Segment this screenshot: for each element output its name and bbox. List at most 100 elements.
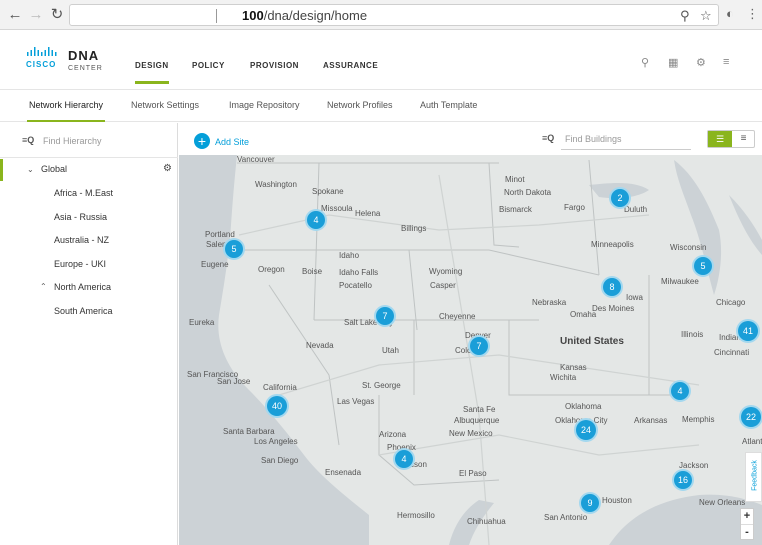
tree-item-global[interactable]: ⌄ Global ⚙: [0, 159, 178, 181]
city-label: Casper: [430, 281, 456, 290]
city-label: Kansas: [560, 363, 587, 372]
tab-auth-template[interactable]: Auth Template: [420, 100, 477, 110]
tree-item-africa[interactable]: Africa - M.East: [0, 183, 178, 205]
city-label: El Paso: [459, 469, 487, 478]
city-label: Ensenada: [325, 468, 362, 477]
buildings-search-input[interactable]: Find Buildings: [565, 134, 622, 144]
map-view[interactable]: Vancouver Washington Spokane Missoula He…: [179, 155, 762, 545]
city-label: Los Angeles: [254, 437, 298, 446]
map-toolbar: + Add Site ≡Q Find Buildings ☰ ≡: [179, 123, 762, 155]
search-icon[interactable]: ⚲: [641, 56, 649, 69]
city-label: Bismarck: [499, 205, 532, 214]
site-cluster-marker[interactable]: 4: [305, 209, 327, 231]
site-cluster-marker[interactable]: 4: [393, 448, 415, 470]
tree-label: Global: [41, 164, 68, 174]
zoom-in-button[interactable]: +: [741, 509, 753, 524]
city-label: Helena: [355, 209, 381, 218]
site-cluster-marker[interactable]: 2: [609, 187, 631, 209]
site-cluster-marker[interactable]: 7: [374, 305, 396, 327]
site-cluster-marker[interactable]: 24: [574, 418, 598, 442]
city-label: Memphis: [682, 415, 715, 424]
city-label: California: [263, 383, 297, 392]
extension-icon[interactable]: ◐: [726, 6, 734, 21]
reload-icon[interactable]: ↻: [48, 6, 66, 24]
apps-grid-icon[interactable]: ▦: [668, 56, 678, 69]
zoom-out-button[interactable]: -: [741, 524, 753, 539]
tab-image-repository[interactable]: Image Repository: [229, 100, 300, 110]
nav-design[interactable]: DESIGN: [135, 61, 169, 84]
city-label: Vancouver: [237, 155, 275, 164]
city-label: Fargo: [564, 203, 585, 212]
tree-label: South America: [54, 306, 113, 316]
search-list-icon: ≡Q: [542, 133, 555, 143]
search-list-icon: ≡Q: [22, 135, 35, 145]
nav-policy[interactable]: POLICY: [192, 61, 225, 70]
feedback-label: Feedback: [751, 460, 759, 491]
tab-network-settings[interactable]: Network Settings: [131, 100, 199, 110]
tree-item-north-america[interactable]: ⌃ North America: [0, 277, 178, 299]
city-label: Illinois: [681, 330, 704, 339]
site-cluster-marker[interactable]: 4: [669, 380, 691, 402]
city-label: Albuquerque: [454, 416, 500, 425]
site-cluster-marker[interactable]: 16: [672, 469, 694, 491]
tree-label: North America: [54, 282, 112, 292]
nav-provision[interactable]: PROVISION: [250, 61, 299, 70]
site-cluster-marker[interactable]: 5: [692, 255, 714, 277]
list-menu-icon[interactable]: ≡: [723, 56, 729, 68]
site-cluster-marker[interactable]: 5: [223, 238, 245, 260]
tab-network-profiles[interactable]: Network Profiles: [327, 100, 393, 110]
tab-network-hierarchy[interactable]: Network Hierarchy: [26, 100, 106, 122]
tree-label: Africa - M.East: [54, 188, 114, 198]
hierarchy-search[interactable]: ≡Q Find Hierarchy: [0, 123, 178, 158]
city-label: Oregon: [258, 265, 285, 274]
cisco-dna-logo[interactable]: CISCO DNA CENTER: [26, 47, 106, 77]
chevron-up-icon[interactable]: ⌃: [40, 282, 47, 291]
site-cluster-marker[interactable]: 40: [265, 394, 289, 418]
feedback-tab[interactable]: Feedback: [745, 452, 762, 502]
nav-assurance[interactable]: ASSURANCE: [323, 61, 378, 70]
city-label: Houston: [602, 496, 632, 505]
city-label: Eugene: [201, 260, 229, 269]
menu-kebab-icon[interactable]: ⋮: [746, 6, 759, 22]
tree-label: Europe - UKI: [54, 259, 107, 269]
city-label: Wyoming: [429, 267, 463, 276]
list-view-icon[interactable]: ≡: [732, 131, 755, 147]
tree-item-australia[interactable]: Australia - NZ: [0, 230, 178, 252]
hierarchy-search-input[interactable]: Find Hierarchy: [43, 136, 102, 146]
city-label: Missoula: [321, 204, 353, 213]
city-label: Idaho: [339, 251, 360, 260]
city-label: Cheyenne: [439, 312, 476, 321]
tree-item-south-america[interactable]: South America: [0, 301, 178, 323]
add-site-button[interactable]: Add Site: [215, 137, 249, 147]
site-cluster-marker[interactable]: 7: [468, 335, 490, 357]
gear-icon[interactable]: ⚙: [163, 163, 172, 174]
site-cluster-marker[interactable]: 9: [579, 492, 601, 514]
city-label: Omaha: [570, 310, 597, 319]
city-label: Hermosillo: [397, 511, 435, 520]
add-icon[interactable]: +: [194, 133, 210, 149]
chevron-down-icon[interactable]: ⌄: [27, 165, 34, 174]
city-label: Oklahoma: [565, 402, 602, 411]
city-label: San Diego: [261, 456, 299, 465]
address-bar[interactable]: 100/dna/design/home ⚲ ☆: [69, 4, 719, 26]
tree-item-asia[interactable]: Asia - Russia: [0, 207, 178, 229]
city-label: Cincinnati: [714, 348, 750, 357]
site-cluster-marker[interactable]: 8: [601, 276, 623, 298]
back-icon[interactable]: ←: [6, 6, 24, 24]
city-label: Pocatello: [339, 281, 372, 290]
forward-icon[interactable]: →: [27, 6, 45, 24]
view-toggle: ☰ ≡: [707, 130, 755, 148]
zoom-search-icon[interactable]: ⚲: [680, 8, 690, 24]
city-label: Iowa: [626, 293, 643, 302]
bookmark-star-icon[interactable]: ☆: [700, 8, 712, 24]
sub-tab-bar: Network Hierarchy Network Settings Image…: [0, 90, 762, 122]
gear-icon[interactable]: ⚙: [696, 56, 706, 69]
city-label: North Dakota: [504, 188, 552, 197]
map-view-icon[interactable]: ☰: [708, 131, 732, 147]
city-label: Chicago: [716, 298, 746, 307]
tree-item-europe[interactable]: Europe - UKI: [0, 254, 178, 276]
city-label: Arkansas: [634, 416, 668, 425]
city-label: St. George: [362, 381, 401, 390]
site-cluster-marker[interactable]: 22: [739, 405, 762, 429]
site-cluster-marker[interactable]: 41: [736, 319, 760, 343]
